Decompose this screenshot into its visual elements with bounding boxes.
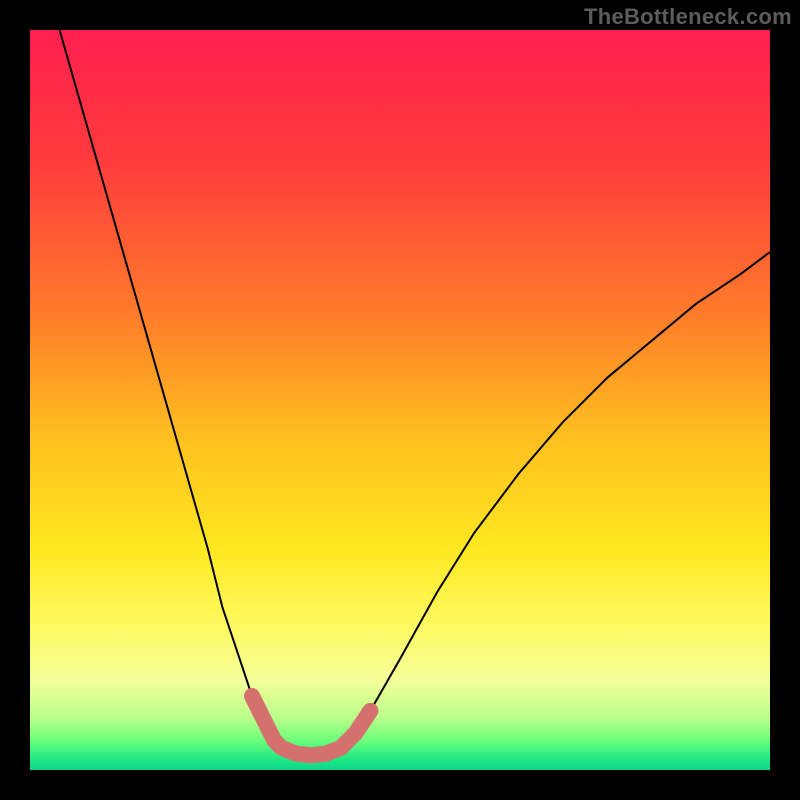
plot-area [30,30,770,770]
bottleneck-curve [30,30,770,770]
chart-frame: TheBottleneck.com [0,0,800,800]
watermark-text: TheBottleneck.com [584,4,792,30]
